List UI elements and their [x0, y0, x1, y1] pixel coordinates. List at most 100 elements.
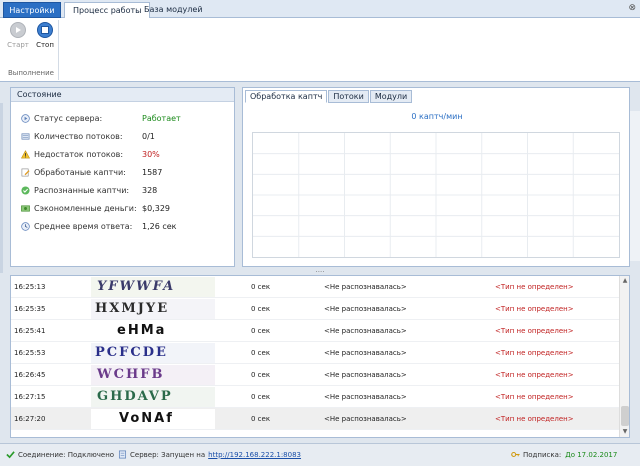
log-duration: 0 сек [251, 393, 271, 401]
subscription-label: Подписка: [523, 450, 562, 459]
start-button-label: Старт [7, 41, 29, 49]
avg-response-label: Среднее время ответа: [34, 221, 133, 231]
captcha-image: GHDAVP [91, 387, 215, 407]
server-url-link[interactable]: http://192.168.222.1:8083 [208, 451, 301, 459]
captcha-image-text: HXMJYE [95, 301, 170, 316]
status-bar: Соединение: Подключено Сервер: Запущен н… [0, 443, 640, 466]
tab-module-base[interactable]: База модулей [136, 2, 211, 18]
saved-money-value: $0,329 [142, 203, 170, 213]
captcha-image-text: WCHFB [97, 367, 165, 382]
tab-captcha-processing[interactable]: Обработка каптч [245, 90, 328, 103]
table-row[interactable]: 16:27:15 GHDAVP 0 сек <Не распознавалась… [11, 386, 619, 408]
state-row-thread-count: Количество потоков: 0/1 [21, 129, 231, 143]
saved-money-label: Сэкономленные деньги: [34, 203, 137, 213]
state-row-thread-shortage: Недостаток потоков: 30% [21, 147, 231, 161]
main-area: Состояние Статус сервера: Работает Колич… [0, 83, 640, 273]
table-row[interactable]: 16:25:53 PCFCDE 0 сек <Не распознавалась… [11, 342, 619, 364]
warning-icon [21, 149, 30, 158]
log-duration: 0 сек [251, 283, 271, 291]
recognized-value: 328 [142, 185, 158, 195]
log-result: <Не распознавалась> [324, 327, 407, 335]
clock-icon [21, 221, 30, 231]
threads-icon [21, 132, 30, 140]
captcha-log: 16:25:13 YFWWFA 0 сек <Не распознавалась… [10, 275, 630, 438]
scroll-down-icon[interactable]: ▼ [621, 428, 629, 436]
stop-button-label: Стоп [36, 41, 54, 49]
execution-group-caption: Выполнение [8, 69, 54, 77]
thread-count-label: Количество потоков: [34, 131, 123, 141]
subscription-status: Подписка: До 17.02.2017 [511, 450, 617, 459]
avg-response-value: 1,26 сек [142, 221, 177, 231]
stop-icon [37, 22, 53, 38]
ribbon-body: Старт Стоп Выполнение [0, 18, 640, 82]
state-panel-title: Состояние [11, 88, 234, 102]
key-icon [511, 451, 520, 458]
thread-count-value: 0/1 [142, 131, 155, 141]
start-button[interactable]: Старт [6, 22, 30, 49]
connection-text: Соединение: Подключено [18, 450, 115, 459]
thread-shortage-value: 30% [142, 149, 160, 159]
captcha-image-text: eHMa [117, 323, 167, 338]
state-row-avg-response: Среднее время ответа: 1,26 сек [21, 219, 231, 233]
table-row[interactable]: 16:25:41 eHMa 0 сек <Не распознавалась> … [11, 320, 619, 342]
scroll-thumb[interactable] [621, 406, 629, 426]
chart-panel: Обработка каптч Потоки Модули 0 каптч/ми… [242, 87, 630, 267]
log-time: 16:25:35 [14, 305, 46, 313]
subscription-value: До 17.02.2017 [565, 450, 618, 459]
log-type: <Тип не определен> [495, 327, 574, 335]
log-type: <Тип не определен> [495, 349, 574, 357]
log-time: 16:25:13 [14, 283, 46, 291]
execution-group: Старт Стоп Выполнение [3, 20, 59, 80]
processing-chart [252, 132, 620, 258]
log-result: <Не распознавалась> [324, 305, 407, 313]
table-row[interactable]: 16:25:35 HXMJYE 0 сек <Не распознавалась… [11, 298, 619, 320]
captcha-image-text: PCFCDE [95, 345, 168, 360]
log-result: <Не распознавалась> [324, 283, 407, 291]
table-row[interactable]: 16:25:13 YFWWFA 0 сек <Не распознавалась… [11, 276, 619, 298]
ribbon-tabstrip: Настройки Процесс работы База модулей ⊗ [0, 0, 640, 19]
log-scrollbar[interactable]: ▲ ▼ [619, 276, 629, 437]
log-result: <Не распознавалась> [324, 371, 407, 379]
tab-threads[interactable]: Потоки [328, 90, 369, 103]
server-status-value: Работает [142, 113, 181, 123]
scroll-up-icon[interactable]: ▲ [621, 277, 629, 285]
money-icon [21, 204, 30, 212]
collapse-ribbon-icon[interactable]: ⊗ [628, 3, 636, 13]
server-status: Сервер: Запущен на http://192.168.222.1:… [118, 450, 301, 459]
log-duration: 0 сек [251, 415, 271, 423]
server-status-label: Статус сервера: [34, 113, 103, 123]
log-type: <Тип не определен> [495, 283, 574, 291]
captcha-rate: 0 каптч/мин [411, 112, 463, 121]
captcha-image: PCFCDE [91, 343, 215, 363]
server-icon [118, 450, 127, 459]
stop-button[interactable]: Стоп [33, 22, 57, 49]
server-prefix: Сервер: Запущен на [130, 450, 206, 459]
log-time: 16:27:15 [14, 393, 46, 401]
log-type: <Тип не определен> [495, 415, 574, 423]
log-time: 16:25:41 [14, 327, 46, 335]
captcha-image-text: GHDAVP [97, 389, 173, 404]
table-row[interactable]: 16:27:20 VoNAf 0 сек <Не распознавалась>… [11, 408, 619, 430]
panel-splitter[interactable]: .... [0, 267, 640, 274]
state-panel: Состояние Статус сервера: Работает Колич… [10, 87, 235, 267]
processed-value: 1587 [142, 167, 163, 177]
log-time: 16:27:20 [14, 415, 46, 423]
state-row-saved-money: Сэкономленные деньги: $0,329 [21, 201, 231, 215]
captcha-image: HXMJYE [91, 299, 215, 319]
captcha-image: YFWWFA [91, 277, 215, 297]
log-duration: 0 сек [251, 305, 271, 313]
state-row-server-status: Статус сервера: Работает [21, 111, 231, 125]
state-row-recognized: Распознанные каптчи: 328 [21, 183, 231, 197]
processed-label: Обработаные каптчи: [34, 167, 126, 177]
settings-tab[interactable]: Настройки [3, 2, 61, 18]
tab-modules[interactable]: Модули [369, 90, 413, 103]
captcha-image: VoNAf [91, 409, 215, 429]
server-status-icon [21, 113, 30, 123]
edit-icon [21, 168, 30, 176]
connected-check-icon [6, 451, 15, 459]
table-row[interactable]: 16:26:45 WCHFB 0 сек <Не распознавалась>… [11, 364, 619, 386]
play-icon [10, 22, 26, 38]
thread-shortage-label: Недостаток потоков: [34, 149, 124, 159]
log-type: <Тип не определен> [495, 393, 574, 401]
captcha-image-text: YFWWFA [97, 279, 176, 294]
